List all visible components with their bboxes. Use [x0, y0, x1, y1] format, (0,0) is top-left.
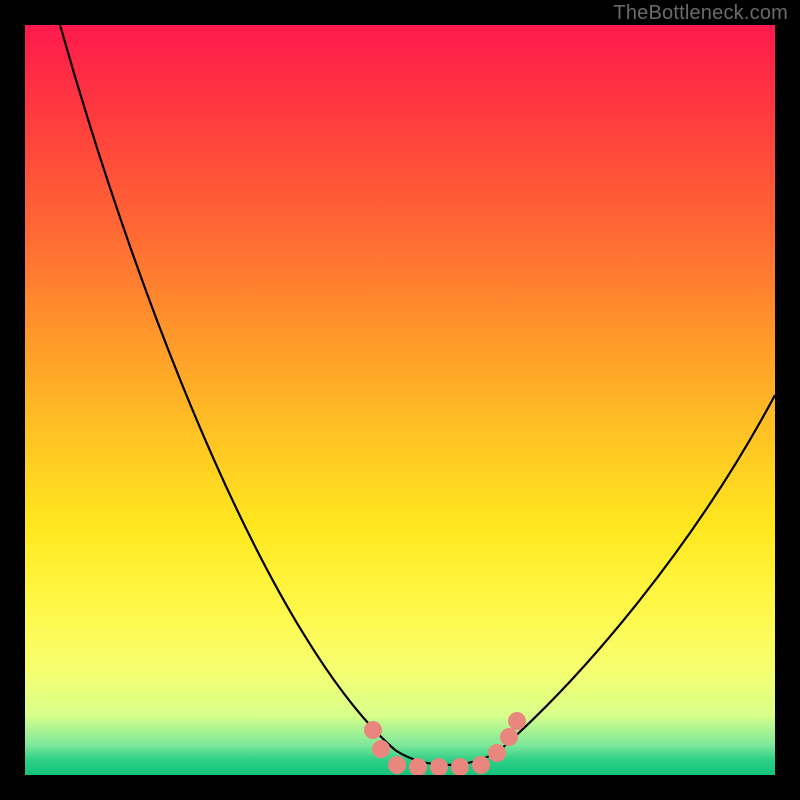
marker-dot — [364, 721, 382, 739]
marker-dot — [500, 728, 518, 746]
marker-dot — [488, 744, 506, 762]
marker-dot — [508, 712, 526, 730]
chart-frame: TheBottleneck.com — [0, 0, 800, 800]
curve-layer — [25, 25, 775, 775]
marker-dot — [388, 756, 406, 774]
plot-area — [25, 25, 775, 775]
bottleneck-curve — [60, 25, 775, 765]
marker-dot — [430, 758, 448, 775]
marker-dot — [472, 756, 490, 774]
marker-dot — [409, 758, 427, 775]
marker-dot — [451, 758, 469, 775]
marker-dot — [372, 740, 390, 758]
watermark-text: TheBottleneck.com — [613, 2, 788, 25]
